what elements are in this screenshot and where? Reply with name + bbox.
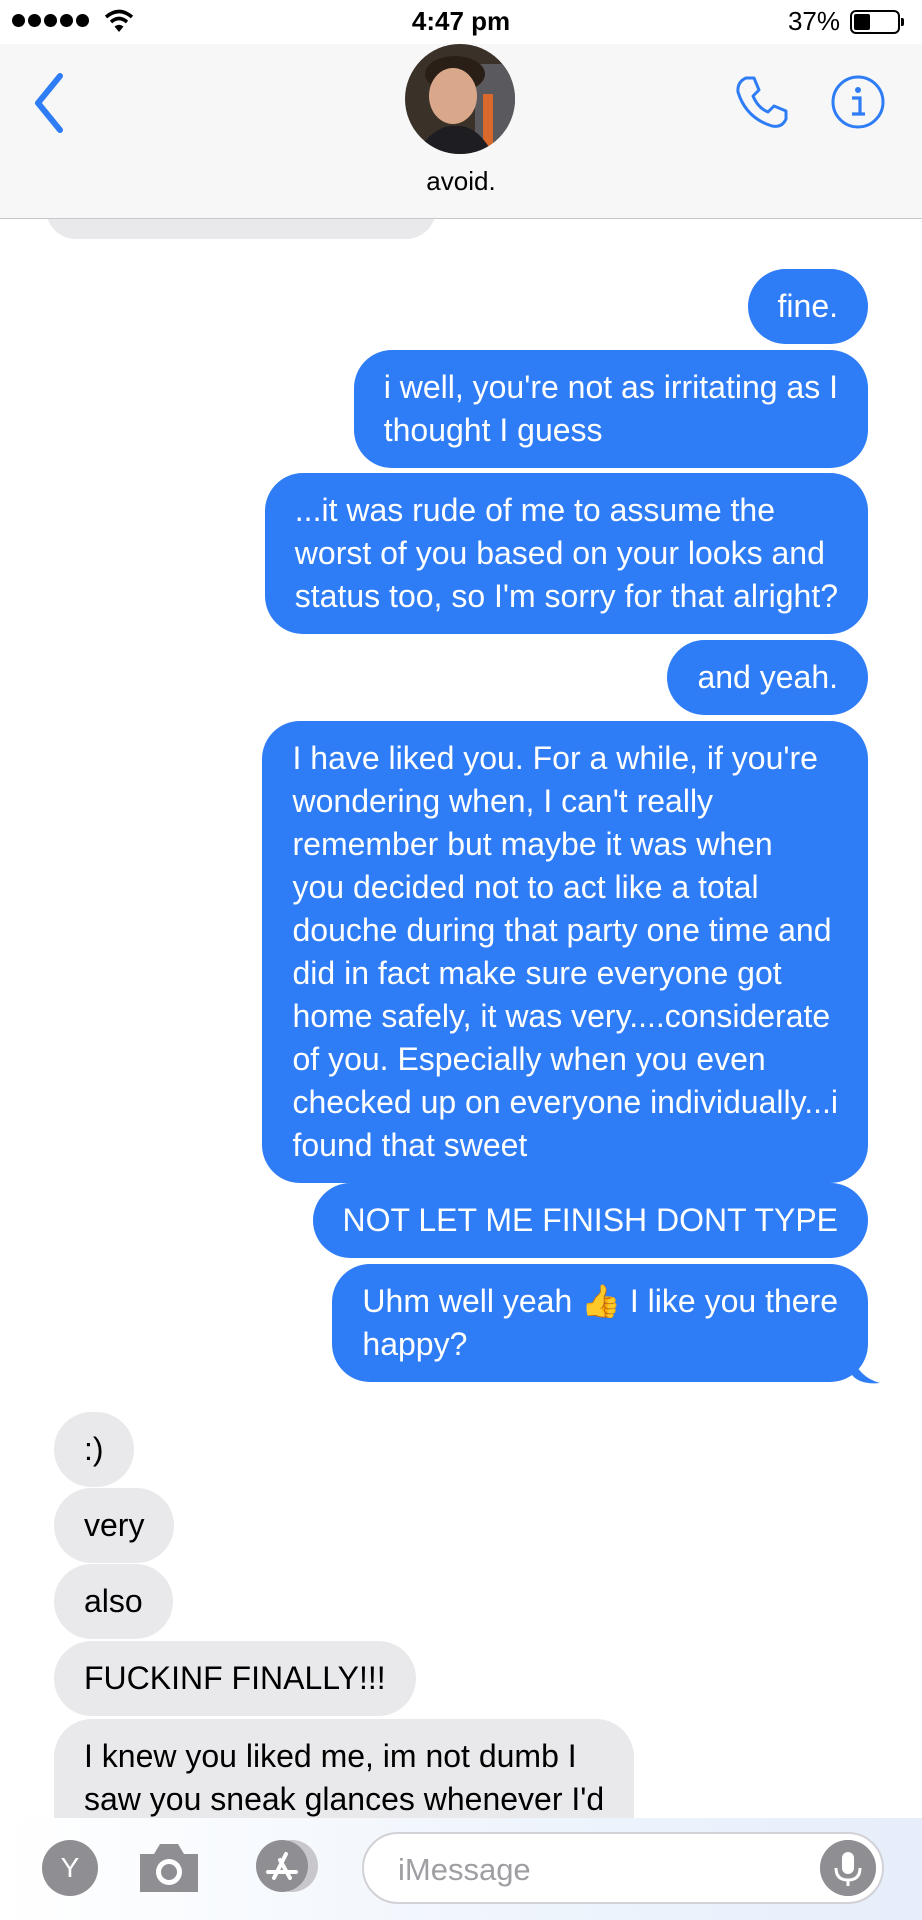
message-bubble-incoming-clipped bbox=[46, 219, 436, 239]
battery-level-fill bbox=[854, 14, 870, 30]
phone-icon[interactable] bbox=[732, 72, 792, 132]
status-bar: 4:47 pm 37% bbox=[0, 0, 922, 44]
app-store-icon[interactable] bbox=[246, 1836, 326, 1896]
contact-name[interactable]: avoid. bbox=[0, 166, 922, 197]
imessage-input[interactable]: iMessage bbox=[362, 1832, 884, 1904]
camera-icon[interactable] bbox=[136, 1840, 202, 1896]
message-bubble-outgoing[interactable]: NOT LET ME FINISH DONT TYPE bbox=[312, 1183, 868, 1258]
chevron-left-icon[interactable] bbox=[30, 68, 70, 138]
conversation-header: avoid. bbox=[0, 44, 922, 219]
message-bubble-outgoing[interactable]: i well, you're not as irritating as I th… bbox=[353, 350, 868, 468]
message-bubble-outgoing[interactable]: I have liked you. For a while, if you're… bbox=[262, 721, 868, 1183]
battery-percentage: 37% bbox=[787, 6, 840, 36]
message-bubble-outgoing[interactable]: ...it was rude of me to assume the worst… bbox=[264, 473, 868, 634]
imessage-placeholder: iMessage bbox=[398, 1852, 531, 1887]
contact-avatar[interactable] bbox=[405, 44, 515, 154]
message-bubble-incoming[interactable]: very bbox=[54, 1488, 175, 1563]
info-icon[interactable] bbox=[830, 74, 886, 130]
message-bubble-outgoing[interactable]: Uhm well yeah 👍 I like you there happy? bbox=[332, 1264, 868, 1382]
message-bubble-incoming[interactable]: FUCKINF FINALLY!!! bbox=[54, 1641, 416, 1716]
message-input-bar: Y iMessage bbox=[0, 1818, 922, 1920]
message-bubble-incoming[interactable]: I knew you liked me, im not dumb I saw y… bbox=[54, 1719, 635, 1819]
app-y-button[interactable]: Y bbox=[42, 1840, 98, 1896]
message-bubble-outgoing[interactable]: fine. bbox=[747, 269, 868, 344]
microphone-icon[interactable] bbox=[820, 1840, 876, 1896]
message-bubble-incoming[interactable]: also bbox=[54, 1564, 173, 1639]
message-bubble-outgoing[interactable]: and yeah. bbox=[667, 640, 868, 715]
message-thread[interactable]: fine. i well, you're not as irritating a… bbox=[0, 219, 922, 1819]
battery-icon bbox=[850, 10, 904, 34]
bubble-tail-outgoing bbox=[852, 1355, 880, 1384]
message-bubble-incoming[interactable]: :) bbox=[54, 1412, 134, 1487]
status-time: 4:47 pm bbox=[411, 6, 511, 36]
